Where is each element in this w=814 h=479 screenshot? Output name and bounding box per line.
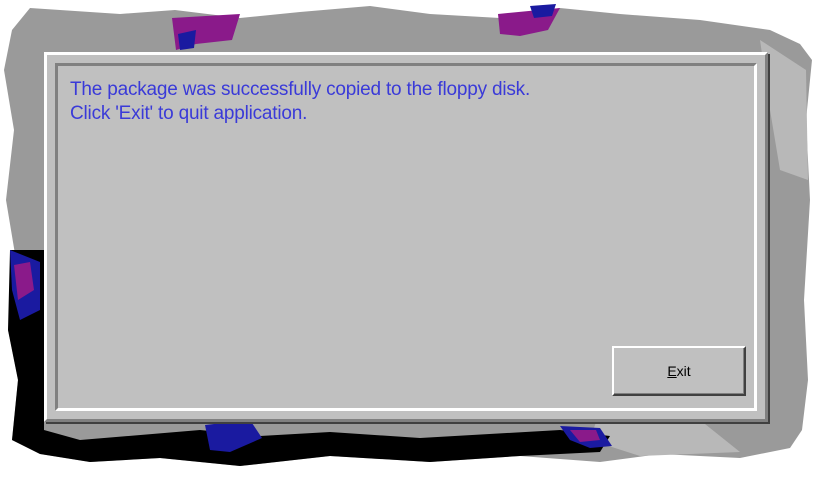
dialog-content-panel: The package was successfully copied to t… — [55, 63, 757, 411]
message-line-2: Click 'Exit' to quit application. — [70, 103, 308, 124]
message-line-1: The package was successfully copied to t… — [70, 79, 531, 100]
dialog-window: The package was successfully copied to t… — [44, 52, 768, 422]
screenshot-stage: The package was successfully copied to t… — [0, 0, 814, 479]
status-message: The package was successfully copied to t… — [70, 78, 742, 126]
exit-button-label: xit — [676, 363, 691, 379]
exit-button[interactable]: Exit — [612, 346, 746, 396]
exit-button-accelerator: E — [667, 363, 677, 379]
